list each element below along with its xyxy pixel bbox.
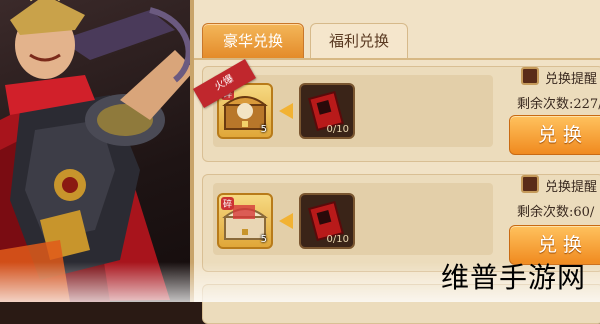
source-item-chest[interactable]: 碎 5 xyxy=(217,193,273,249)
exchange-card: 碎 5 0/10 兑换提醒 剩余次数:227/ 兑 换 火爆 xyxy=(193,59,600,162)
tab-luxury-exchange[interactable]: 豪华兑换 xyxy=(202,23,304,59)
watermark: 维普手游网 xyxy=(440,261,586,294)
target-item-progress: 0/10 xyxy=(326,234,349,245)
target-item-card[interactable]: 0/10 xyxy=(299,193,355,249)
remind-checkbox[interactable] xyxy=(521,175,539,193)
remaining-count: 剩余次数:60/ xyxy=(517,205,595,220)
remind-label: 兑换提醒 xyxy=(545,180,598,195)
remaining-count: 剩余次数:227/ xyxy=(517,97,600,112)
source-item-quantity: 5 xyxy=(260,124,267,135)
arrow-left-icon xyxy=(279,103,293,119)
target-item-card[interactable]: 0/10 xyxy=(299,83,355,139)
remind-label: 兑换提醒 xyxy=(545,72,598,87)
exchange-button[interactable]: 兑 换 xyxy=(509,115,600,155)
tab-divider xyxy=(194,58,600,60)
target-item-progress: 0/10 xyxy=(326,124,349,135)
hero-character-illustration xyxy=(0,0,195,302)
source-item-quantity: 5 xyxy=(260,234,267,245)
fragment-tag: 碎 xyxy=(221,197,235,210)
hero-artwork xyxy=(0,0,205,302)
arrow-left-icon xyxy=(279,213,293,229)
tab-welfare-exchange[interactable]: 福利兑换 xyxy=(310,23,408,59)
remind-checkbox[interactable] xyxy=(521,67,539,85)
